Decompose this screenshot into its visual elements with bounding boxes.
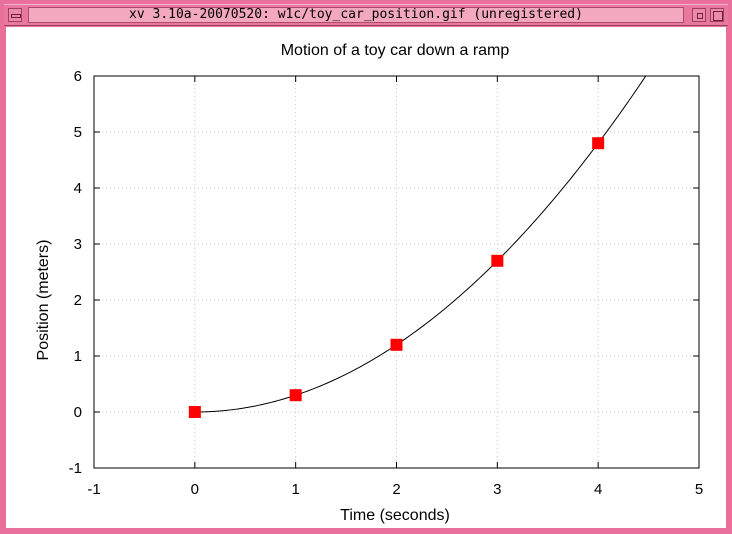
y-tick-label: 2 xyxy=(74,292,82,309)
minimize-button[interactable] xyxy=(692,8,706,22)
y-tick-label: 0 xyxy=(74,404,82,421)
data-point xyxy=(188,406,201,418)
window-titlebar[interactable]: xv 3.10a-20070520: w1c/toy_car_position.… xyxy=(4,4,728,26)
data-point xyxy=(289,389,302,402)
x-tick-label: -1 xyxy=(87,481,100,498)
xv-window: xv 3.10a-20070520: w1c/toy_car_position.… xyxy=(0,0,732,534)
x-axis-label: Time (seconds) xyxy=(340,507,450,524)
y-tick-label: 4 xyxy=(74,180,82,197)
x-tick-label: 0 xyxy=(191,481,199,498)
x-tick-label: 5 xyxy=(695,481,703,498)
window-title-box: xv 3.10a-20070520: w1c/toy_car_position.… xyxy=(28,7,684,23)
window-menu-button[interactable] xyxy=(8,8,22,22)
image-canvas: -1 0 1 2 3 4 5 -1 0 1 2 3 4 5 6 Motion of a toy car do… xyxy=(6,27,726,528)
y-tick-label: 5 xyxy=(74,124,82,141)
y-tick-label: -1 xyxy=(69,460,82,477)
window-title: xv 3.10a-20070520: w1c/toy_car_position.… xyxy=(129,7,583,22)
chart: -1 0 1 2 3 4 5 -1 0 1 2 3 4 5 6 Motion of a toy car do… xyxy=(35,42,703,524)
x-tick-label: 1 xyxy=(291,481,299,498)
y-tick-label: 3 xyxy=(74,236,82,253)
data-point xyxy=(592,137,605,150)
x-tick-label: 4 xyxy=(594,481,602,498)
maximize-button[interactable] xyxy=(710,8,724,22)
y-axis-label: Position (meters) xyxy=(35,240,52,361)
y-tick-label: 6 xyxy=(74,68,82,85)
x-tick-label: 2 xyxy=(392,481,400,498)
y-tick-label: 1 xyxy=(74,348,82,365)
x-tick-label: 3 xyxy=(493,481,501,498)
data-point xyxy=(390,338,403,351)
data-point xyxy=(491,254,504,267)
chart-title: Motion of a toy car down a ramp xyxy=(281,42,510,59)
